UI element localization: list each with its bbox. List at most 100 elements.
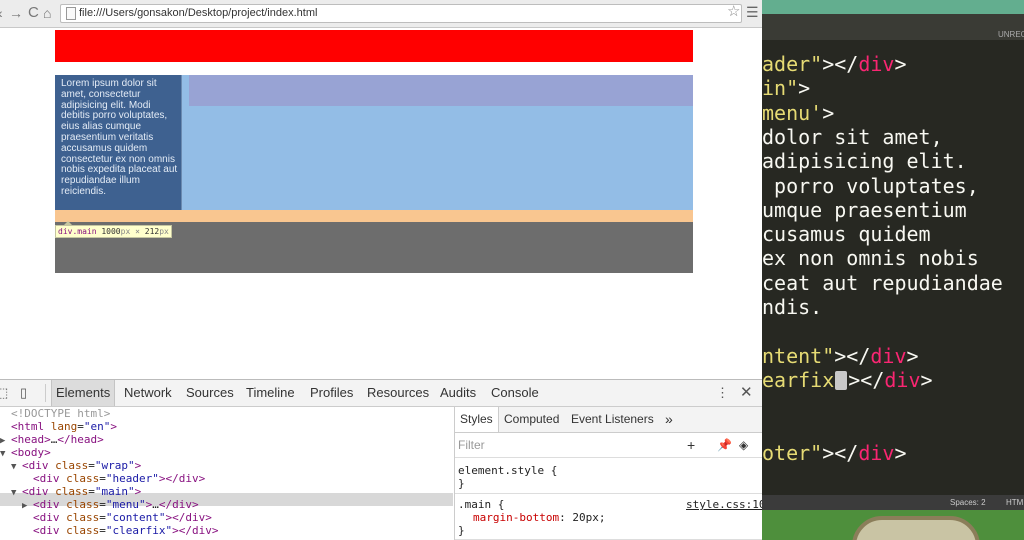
spaces-indicator[interactable]: Spaces: 2 [950, 497, 986, 508]
tab-styles[interactable]: Styles [455, 407, 499, 432]
element-style-close: } [458, 477, 465, 490]
tab-computed[interactable]: Computed [504, 407, 559, 432]
code-token: ></ [848, 367, 885, 392]
code-token: ntent" [762, 343, 835, 368]
code-token: > [798, 76, 811, 101]
more-tabs-chevron[interactable]: » [665, 407, 673, 432]
dom-node-line[interactable]: ▼ <div class="wrap"> [11, 459, 141, 472]
browser-window: ‹ → C ⌂ file:///Users/gonsakon/Desktop/p… [0, 0, 762, 540]
dom-node-line[interactable]: <div class="clearfix"></div> [22, 524, 218, 537]
rule-value: 20px; [572, 511, 606, 524]
code-token: adipisicing elit. [762, 149, 967, 174]
tab-network[interactable]: Network [124, 380, 172, 406]
more-options-icon[interactable]: ⋮ [716, 385, 729, 401]
divider [45, 384, 46, 402]
home-icon[interactable]: ⌂ [43, 5, 51, 21]
code-token: porro voluptates, [762, 173, 979, 198]
editor-line: ndis. [762, 295, 822, 319]
inspect-tooltip: div.main 1000px × 212px [55, 225, 172, 238]
dom-node-line[interactable]: <div class="content"></div> [22, 511, 212, 524]
text-cursor [835, 370, 848, 390]
tooltip-times: × [135, 227, 140, 236]
editor-code-area[interactable]: ader"></div> in"> menu'> dolor sit amet, adi… [762, 52, 1024, 492]
page-content-block [189, 75, 693, 106]
dom-node-line[interactable]: <div class="header"></div> [22, 472, 205, 485]
main-rule-close: } [458, 524, 465, 537]
code-token: div [884, 367, 921, 392]
editor-line: in"> [762, 76, 810, 100]
dom-node-markup: <html lang="en"> [11, 420, 117, 433]
main-rule-selector: .main { [458, 498, 505, 511]
reload-icon[interactable]: C [28, 5, 39, 21]
collapse-arrow-icon[interactable]: ▼ [0, 448, 11, 461]
margin-highlight [55, 210, 693, 222]
page-header-block [55, 30, 693, 62]
tab-timeline[interactable]: Timeline [246, 380, 295, 406]
dom-node-markup: <div class="wrap"> [22, 459, 142, 472]
star-icon[interactable]: ☆ [727, 3, 740, 21]
editor-line: adipisicing elit. [762, 149, 967, 173]
device-icon[interactable]: ▯ [20, 385, 27, 401]
tab-resources[interactable]: Resources [367, 380, 429, 406]
tab-event-listeners[interactable]: Event Listeners [571, 407, 654, 432]
code-token: ></ [822, 52, 859, 76]
rule-source-link[interactable]: style.css:10 [686, 498, 762, 511]
collapse-arrow-icon[interactable]: ▼ [11, 461, 22, 474]
tab-sources[interactable]: Sources [186, 380, 234, 406]
tooltip-width: 1000 [101, 227, 121, 236]
code-token: ></ [822, 440, 859, 465]
dom-node-markup: <div class="main"> [22, 485, 142, 498]
forward-icon[interactable]: → [9, 5, 23, 21]
menu-lorem-text: Lorem ipsum dolor sit amet, consectetur … [61, 78, 178, 197]
styles-tabbar: Styles Computed Event Listeners » [455, 407, 762, 433]
dom-tree: <!DOCTYPE html> <html lang="en"> ▶ <head>…<… [0, 407, 453, 540]
collapse-arrow-icon[interactable]: ▼ [11, 487, 22, 500]
tab-elements[interactable]: Elements [51, 380, 116, 406]
editor-line: ntent"></div> [762, 344, 919, 368]
editor-line: ex non omnis nobis [762, 246, 979, 270]
editor-line: ader"></div> [762, 52, 907, 76]
devtools-panel: ⬚ ▯ Elements Network Sources Timeline Pr… [0, 379, 762, 540]
tab-audits[interactable]: Audits [440, 380, 476, 406]
dom-node-line[interactable]: <!DOCTYPE html> [0, 407, 110, 420]
code-token: in" [762, 76, 799, 101]
menu-icon[interactable]: ☰ [746, 4, 759, 20]
code-token: div [870, 343, 907, 368]
unregistered-label: UNREG [998, 30, 1024, 39]
code-token: oter" [762, 440, 823, 465]
tooltip-height: 212 [144, 227, 160, 236]
inspect-icon[interactable]: ⬚ [0, 385, 8, 401]
code-token: ceat aut repudiandae [762, 270, 1003, 295]
tab-profiles[interactable]: Profiles [310, 380, 353, 406]
url-input[interactable]: file:///Users/gonsakon/Desktop/project/i… [60, 4, 742, 23]
code-token: ></ [834, 343, 871, 368]
tab-console[interactable]: Console [491, 380, 539, 406]
filter-input[interactable]: Filter [458, 437, 485, 453]
code-token: > [894, 52, 907, 76]
dom-node-markup: <!DOCTYPE html> [11, 407, 111, 420]
tooltip-tag: div.main [58, 227, 97, 236]
editor-line: dolor sit amet, [762, 125, 943, 149]
dom-node-line[interactable]: <html lang="en"> [0, 420, 117, 433]
background-decoration [852, 516, 980, 540]
desktop-background [762, 510, 1024, 540]
editor-line: menu'> [762, 101, 834, 125]
dom-node-line[interactable]: ▶ <div class="menu">…</div> [22, 498, 199, 511]
dom-node-line[interactable]: ▼ <body> [0, 446, 51, 459]
toggle-state-icon[interactable]: ◈ [739, 437, 748, 453]
add-rule-icon[interactable]: + [687, 437, 695, 453]
code-token: umque praesentium [762, 197, 967, 222]
editor-line: earfix ></div> [762, 368, 933, 392]
syntax-indicator[interactable]: HTML [1006, 497, 1024, 508]
address-bar: ‹ → C ⌂ file:///Users/gonsakon/Desktop/p… [0, 0, 762, 28]
rule-declaration[interactable]: margin-bottom: 20px; [473, 511, 605, 524]
pin-icon[interactable]: 📌 [717, 437, 732, 453]
code-token: cusamus quidem [762, 222, 931, 247]
back-icon[interactable]: ‹ [0, 5, 3, 21]
dom-node-line[interactable]: ▼ <div class="main"> [11, 485, 141, 498]
editor-tabbar: UNREG [762, 14, 1024, 40]
close-icon[interactable]: ✕ [740, 385, 753, 401]
page-menu-block: Lorem ipsum dolor sit amet, consectetur … [55, 75, 182, 210]
dom-node-line[interactable]: ▶ <head>…</head> [0, 433, 104, 446]
code-token: > [906, 343, 919, 368]
